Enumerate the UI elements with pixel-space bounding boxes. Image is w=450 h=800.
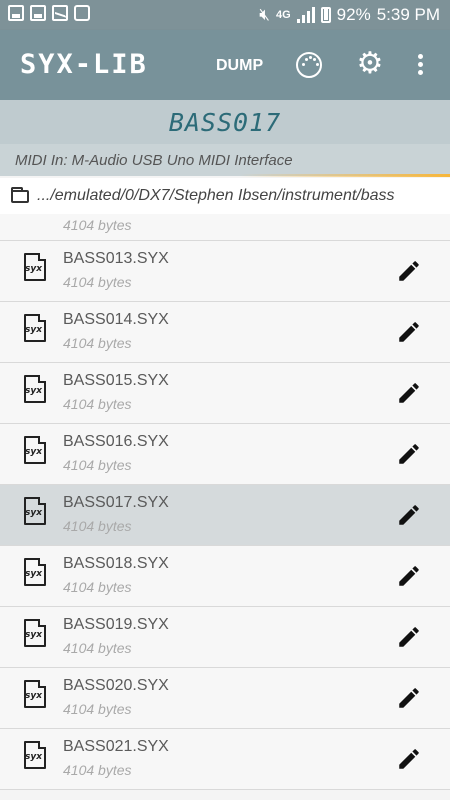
file-name: BASS020.SYX: [63, 677, 169, 694]
battery-percent: 92%: [336, 5, 371, 24]
list-item[interactable]: syx BASS018.SYX 4104 bytes: [0, 546, 450, 607]
file-icon-label: syx: [25, 325, 43, 335]
file-size: 4104 bytes: [63, 274, 132, 290]
app-logo: SYX-LIB: [20, 49, 148, 80]
network-type: 4G: [275, 9, 291, 21]
syx-file-icon: syx: [24, 680, 46, 708]
patch-name: BASS017: [168, 107, 282, 137]
edit-icon[interactable]: [396, 563, 422, 589]
mute-icon: 🔇︎: [259, 5, 270, 24]
file-size: 4104 bytes: [63, 217, 132, 233]
syx-file-icon: syx: [24, 741, 46, 769]
mail-notification-icon: [52, 5, 68, 21]
signal-icon: [296, 7, 315, 23]
edit-icon[interactable]: [396, 624, 422, 650]
list-item[interactable]: syx BASS015.SYX 4104 bytes: [0, 363, 450, 424]
sync-notification-icon: [74, 5, 90, 21]
file-icon-label: syx: [25, 508, 43, 518]
file-size: 4104 bytes: [63, 518, 132, 534]
edit-icon[interactable]: [396, 746, 422, 772]
edit-icon[interactable]: [396, 441, 422, 467]
file-size: 4104 bytes: [63, 396, 132, 412]
clock: 5:39 PM: [376, 5, 440, 24]
file-size: 4104 bytes: [63, 640, 132, 656]
file-icon-label: syx: [25, 569, 43, 579]
file-size: 4104 bytes: [63, 701, 132, 717]
app-bar: SYX-LIB DUMP ⚙: [0, 30, 450, 100]
file-size: 4104 bytes: [63, 579, 132, 595]
progress-accent: [240, 174, 450, 177]
file-name: BASS014.SYX: [63, 311, 169, 328]
syx-file-icon: syx: [24, 619, 46, 647]
file-size: 4104 bytes: [63, 335, 132, 351]
file-name: BASS016.SYX: [63, 433, 169, 450]
file-icon-label: syx: [25, 752, 43, 762]
edit-icon[interactable]: [396, 258, 422, 284]
file-icon-label: syx: [25, 691, 43, 701]
list-item[interactable]: syx BASS017.SYX 4104 bytes: [0, 485, 450, 546]
status-bar: 🔇︎ 4G 92% 5:39 PM: [0, 0, 450, 30]
file-icon-label: syx: [25, 447, 43, 457]
syx-file-icon: syx: [24, 253, 46, 281]
list-item[interactable]: syx BASS014.SYX 4104 bytes: [0, 302, 450, 363]
patch-name-bar: BASS017: [0, 100, 450, 144]
gallery-notification-icon: [30, 5, 46, 21]
file-name: BASS013.SYX: [63, 250, 169, 267]
file-size: 4104 bytes: [63, 457, 132, 473]
dump-button[interactable]: DUMP: [216, 57, 263, 75]
list-item[interactable]: syx BASS016.SYX 4104 bytes: [0, 424, 450, 485]
file-icon-label: syx: [25, 264, 43, 274]
file-name: BASS017.SYX: [63, 494, 169, 511]
folder-icon: [11, 186, 29, 203]
file-name: BASS019.SYX: [63, 616, 169, 633]
battery-icon: [320, 7, 331, 23]
file-icon-label: syx: [25, 630, 43, 640]
file-list[interactable]: 4104 bytes syx BASS013.SYX 4104 bytes syx BA…: [0, 214, 450, 800]
list-item[interactable]: syx BASS013.SYX 4104 bytes: [0, 241, 450, 302]
syx-file-icon: syx: [24, 497, 46, 525]
edit-icon[interactable]: [396, 380, 422, 406]
edit-icon[interactable]: [396, 319, 422, 345]
file-name: BASS021.SYX: [63, 738, 169, 755]
path-breadcrumb[interactable]: .../emulated/0/DX7/Stephen Ibsen/instrum…: [0, 178, 450, 214]
image-notification-icon: [8, 5, 24, 21]
syx-file-icon: syx: [24, 314, 46, 342]
file-name: BASS015.SYX: [63, 372, 169, 389]
file-icon-label: syx: [25, 386, 43, 396]
edit-icon[interactable]: [396, 502, 422, 528]
list-item[interactable]: syx BASS021.SYX 4104 bytes: [0, 729, 450, 790]
file-name: BASS018.SYX: [63, 555, 169, 572]
system-icons: 🔇︎ 4G 92% 5:39 PM: [259, 5, 440, 25]
gear-icon[interactable]: ⚙: [356, 49, 384, 79]
syx-file-icon: syx: [24, 436, 46, 464]
list-item[interactable]: 4104 bytes: [0, 214, 450, 241]
midi-in-label: MIDI In: M-Audio USB Uno MIDI Interface: [0, 144, 450, 176]
path-text: .../emulated/0/DX7/Stephen Ibsen/instrum…: [37, 187, 395, 204]
list-item[interactable]: syx BASS019.SYX 4104 bytes: [0, 607, 450, 668]
edit-icon[interactable]: [396, 685, 422, 711]
notification-icons: [8, 5, 90, 21]
syx-file-icon: syx: [24, 558, 46, 586]
midi-connector-icon[interactable]: [296, 52, 322, 78]
syx-file-icon: syx: [24, 375, 46, 403]
list-item[interactable]: syx BASS020.SYX 4104 bytes: [0, 668, 450, 729]
file-size: 4104 bytes: [63, 762, 132, 778]
more-vert-icon[interactable]: [412, 54, 428, 78]
